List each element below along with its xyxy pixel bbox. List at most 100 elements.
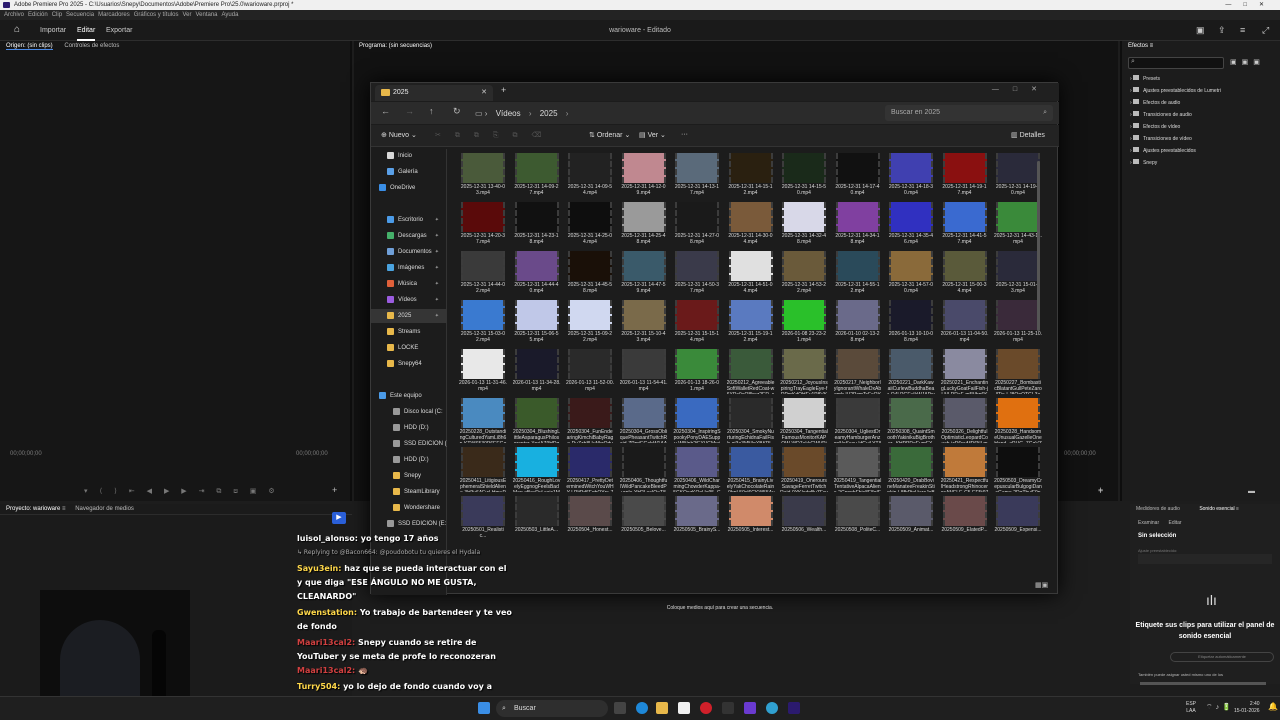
menu-icon[interactable]: ≡ xyxy=(1240,25,1245,35)
effects-folder-item[interactable]: › Presets xyxy=(1130,75,1160,87)
auto-tag-button[interactable]: Etiquetar automáticamente xyxy=(1170,652,1274,662)
taskbar-search[interactable]: ⌕ Buscar xyxy=(496,700,608,717)
video-file-item[interactable]: 2025-12-31 14-30-04.mp4 xyxy=(727,202,775,250)
video-file-item[interactable]: 2025-12-31 14-57-00.mp4 xyxy=(887,251,935,299)
more-options-icon[interactable]: ··· xyxy=(681,131,688,138)
menu-item-8[interactable]: Ayuda xyxy=(222,12,239,18)
menu-item-2[interactable]: Clip xyxy=(52,12,62,18)
sort-button[interactable]: ⇅ Ordenar ⌄ xyxy=(589,131,630,139)
video-file-item[interactable]: 20250304_SmokyNurturingEchidnaFailFish-g… xyxy=(727,398,775,446)
video-file-item[interactable]: 20250509_ElatedP... xyxy=(941,496,989,544)
video-file-item[interactable]: 20250506_Wealth... xyxy=(780,496,828,544)
sidebar-item-locke[interactable]: LOCKE xyxy=(371,341,447,355)
store-icon[interactable] xyxy=(678,702,690,714)
windows-start-icon[interactable] xyxy=(478,702,490,714)
app-icon[interactable] xyxy=(722,702,734,714)
program-add-button-2[interactable]: + xyxy=(1098,486,1103,496)
video-file-item[interactable]: 2025-12-31 14-41-57.mp4 xyxy=(941,202,989,250)
scrollbar[interactable] xyxy=(1037,161,1040,331)
system-tray-icons[interactable]: ⌔♪🔋 xyxy=(1206,703,1234,712)
video-file-item[interactable]: 2025-12-31 14-32-48.mp4 xyxy=(780,202,828,250)
video-file-item[interactable]: 2025-12-31 15-09-22.mp4 xyxy=(566,300,614,348)
video-file-item[interactable]: 20250420_DrabBovineManateeFreakinStinkin… xyxy=(887,447,935,495)
sidebar-item-hdd-d[interactable]: HDD (D:) xyxy=(371,421,447,435)
sidebar-item-documentos[interactable]: Documentos ✦ xyxy=(371,245,447,259)
horizontal-scrollbar[interactable] xyxy=(1140,682,1266,685)
video-file-item[interactable]: 2025-12-31 14-55-12.mp4 xyxy=(834,251,882,299)
video-file-item[interactable]: 2025-12-31 14-50-37.mp4 xyxy=(673,251,721,299)
up-icon[interactable]: ↑ xyxy=(429,106,434,116)
video-file-item[interactable]: 2025-12-31 15-15-14.mp4 xyxy=(673,300,721,348)
video-file-item[interactable]: 2025-12-31 14-44-40.mp4 xyxy=(513,251,561,299)
video-file-item[interactable]: 20250419_OneroursSavageFerretTwitchRaid-… xyxy=(780,447,828,495)
window-controls[interactable]: —□✕ xyxy=(1225,0,1276,10)
video-file-item[interactable]: 20250416_RoughLovelyEggnogFeelsBadMan-xB… xyxy=(513,447,561,495)
sidebar-item-snepy64[interactable]: Snepy64 xyxy=(371,357,447,371)
video-file-item[interactable]: 2025-12-31 14-18-30.mp4 xyxy=(887,153,935,201)
tab-import[interactable]: Importar xyxy=(40,20,66,41)
video-file-item[interactable]: 20250508_PoliteC... xyxy=(834,496,882,544)
video-file-item[interactable]: 20250419_TangentialTentativeAlpacaAliens… xyxy=(834,447,882,495)
video-file-item[interactable]: 20250509_Expensi... xyxy=(994,496,1042,544)
back-icon[interactable]: ← xyxy=(381,106,390,116)
sidebar-item-descargas[interactable]: Descargas ✦ xyxy=(371,229,447,243)
video-file-item[interactable]: 20250228_OutstandingCulturedYamLi8h6n-KT… xyxy=(459,398,507,446)
folder-icon[interactable]: ▬ xyxy=(1248,488,1255,495)
preset-dropdown[interactable] xyxy=(1138,554,1272,564)
video-file-item[interactable]: 2026-01-13 11-52-00.mp4 xyxy=(566,349,614,397)
video-file-item[interactable]: 2025-12-31 14-19-17.mp4 xyxy=(941,153,989,201)
video-file-item[interactable]: 20250227_BombasticBlatantGullPeteZarollT… xyxy=(994,349,1042,397)
sidebar-item-snepy[interactable]: Snepy xyxy=(371,469,447,483)
video-file-item[interactable]: 2026-01-13 18-26-01.mp4 xyxy=(673,349,721,397)
file-explorer-icon[interactable] xyxy=(656,702,668,714)
refresh-icon[interactable]: ↻ xyxy=(453,106,461,117)
sidebar-item-inicio[interactable]: Inicio xyxy=(371,149,447,163)
breadcrumb[interactable]: ▭ › Vídeos › 2025 › xyxy=(475,106,875,121)
video-file-item[interactable]: 2025-12-31 14-09-54.mp4 xyxy=(566,153,614,201)
workspace-icon[interactable]: ⤢ xyxy=(1262,25,1269,36)
tab-export[interactable]: Exportar xyxy=(106,20,132,41)
effects-search-input[interactable]: ⌕ xyxy=(1128,57,1224,69)
video-file-item[interactable]: 20250411_LitigiousEphemeralShieldAliens-… xyxy=(459,447,507,495)
video-file-item[interactable]: 20250212_JoyousInspiringTrayEagleEye-fDP… xyxy=(780,349,828,397)
video-file-item[interactable]: 2025-12-31 14-51-04.mp4 xyxy=(727,251,775,299)
obs-icon[interactable] xyxy=(744,702,756,714)
video-file-item[interactable]: 20250221_DarkKawaiiCurlewBuddhaBear-O4LP… xyxy=(887,349,935,397)
sidebar-item-hdd-d[interactable]: HDD (D:) xyxy=(371,453,447,467)
video-file-item[interactable]: 2025-12-31 15-01-13.mp4 xyxy=(994,251,1042,299)
video-file-item[interactable]: 20250505_Belove... xyxy=(620,496,668,544)
effects-folder-item[interactable]: › Transiciones de audio xyxy=(1130,111,1192,123)
sidebar-item-ssd-edicion[interactable]: SSD EDICION ( xyxy=(371,437,447,451)
video-file-item[interactable]: 20250304_GrossObliquePheasantTwitchRaid-… xyxy=(620,398,668,446)
video-file-item[interactable]: 20250304_FunEndearingKimchiBabyRage-RuZz… xyxy=(566,398,614,446)
sidebar-item-im-genes[interactable]: Imágenes ✦ xyxy=(371,261,447,275)
share-icon[interactable]: ⇪ xyxy=(1218,25,1226,36)
tab-source[interactable]: Origen: (sin clips) xyxy=(6,43,53,50)
video-file-item[interactable]: 2026-01-13 11-31-46.mp4 xyxy=(459,349,507,397)
source-transport-controls[interactable]: ▾ ⟨ ⟩ ⇤ ◀ ▶ ▶ ⇥ ⧉ ⧈ ▣ ⚙ xyxy=(84,487,280,496)
explorer-tab[interactable]: 2025 ✕ xyxy=(375,85,493,101)
menu-item-7[interactable]: Ventana xyxy=(195,12,217,18)
video-file-item[interactable]: 2025-12-31 14-19-30.mp4 xyxy=(994,153,1042,201)
effects-folder-item[interactable]: › Snepy xyxy=(1130,159,1157,171)
video-file-item[interactable]: 2025-12-31 14-34-18.mp4 xyxy=(834,202,882,250)
breadcrumb-2025[interactable]: 2025 xyxy=(540,109,558,118)
video-file-item[interactable]: 20250212_AgreeableSoftWalletRedCoat-w6XR… xyxy=(727,349,775,397)
tab-program[interactable]: Programa: (sin secuencias) xyxy=(354,41,1118,52)
menu-item-4[interactable]: Marcadores xyxy=(98,12,130,18)
effects-folder-item[interactable]: › Ajustes preestablecidos xyxy=(1130,147,1196,159)
video-file-item[interactable]: 2025-12-31 14-53-22.mp4 xyxy=(780,251,828,299)
fullscreen-icon[interactable]: ▣ xyxy=(1196,25,1205,36)
menu-item-3[interactable]: Secuencia xyxy=(66,12,94,18)
video-file-item[interactable]: 20250505_Interest... xyxy=(727,496,775,544)
taskbar-clock[interactable]: 2:40 15-01-2026 xyxy=(1234,701,1260,715)
tab-effects[interactable]: Efectos ≡ xyxy=(1122,41,1280,52)
task-view-icon[interactable] xyxy=(614,702,626,714)
tab-project[interactable]: Proyecto: warioware xyxy=(6,506,60,512)
media-app-icon[interactable] xyxy=(700,702,712,714)
explorer-window-controls[interactable]: —□✕ xyxy=(992,85,1051,93)
video-file-item[interactable]: 2026-01-13 10-10-08.mp4 xyxy=(887,300,935,348)
sidebar-item-v-deos[interactable]: Vídeos ✦ xyxy=(371,293,447,307)
video-file-item[interactable]: 2025-12-31 13-40-03.mp4 xyxy=(459,153,507,201)
premiere-taskbar-icon[interactable] xyxy=(788,702,800,714)
